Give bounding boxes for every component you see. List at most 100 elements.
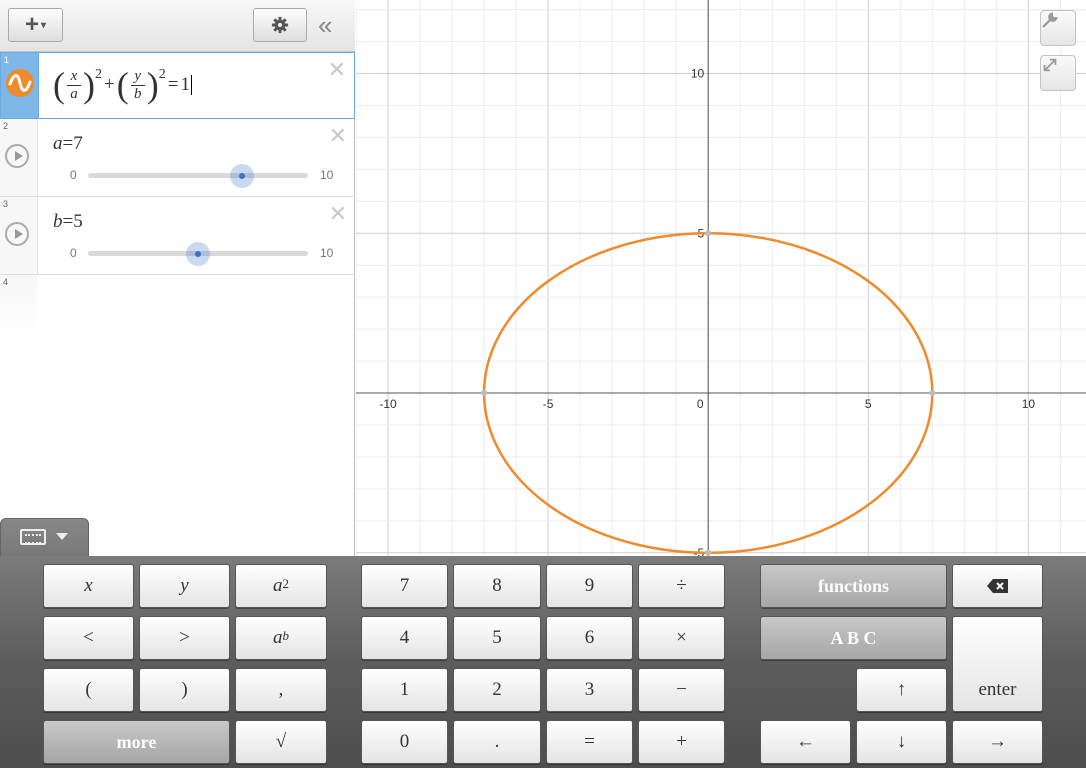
collapse-panel-button[interactable]: «: [318, 12, 332, 38]
key-divide[interactable]: ÷: [638, 564, 725, 608]
graph-paper[interactable]: -10 -5 0 5 10 10 5 -5: [356, 0, 1086, 556]
expression-index: 1: [4, 55, 10, 65]
key-0[interactable]: 0: [361, 720, 448, 764]
slider-min-label[interactable]: 0: [70, 246, 77, 260]
key-comma[interactable]: ,: [235, 668, 327, 712]
arrow-down-button[interactable]: ↓: [856, 720, 947, 764]
delete-expression-icon[interactable]: ✕: [329, 203, 347, 225]
abc-keyboard-button[interactable]: A B C: [760, 616, 947, 660]
key-4[interactable]: 4: [361, 616, 448, 660]
key-label: ): [181, 679, 188, 700]
key-sqrt[interactable]: √: [235, 720, 327, 764]
backspace-button[interactable]: [952, 564, 1043, 608]
expression-math-input[interactable]: ( x a ) 2 + ( y b ) 2 = 1: [53, 67, 192, 103]
expression-row-1[interactable]: 1 ( x a ) 2 + ( y b ) 2 = 1 ✕: [0, 52, 355, 119]
key-label: 5: [492, 627, 502, 648]
functions-button[interactable]: functions: [760, 564, 947, 608]
key-minus[interactable]: −: [638, 668, 725, 712]
key-3[interactable]: 3: [546, 668, 633, 712]
y-tick-label: -5: [694, 546, 705, 556]
fullscreen-button[interactable]: [1040, 55, 1076, 91]
key-label: −: [676, 679, 687, 700]
key-a-power-b[interactable]: ab: [235, 616, 327, 660]
key-5[interactable]: 5: [453, 616, 541, 660]
expression-index: 3: [3, 199, 9, 209]
key-2[interactable]: 2: [453, 668, 541, 712]
key-label: a: [273, 627, 283, 648]
arrow-left-button[interactable]: ←: [760, 720, 851, 764]
play-icon[interactable]: [5, 222, 29, 246]
numerator: x: [70, 67, 78, 84]
enter-button[interactable]: enter: [952, 616, 1043, 712]
equals-sign: =: [62, 133, 74, 154]
slider-handle[interactable]: [186, 242, 210, 266]
key-1[interactable]: 1: [361, 668, 448, 712]
key-right-paren[interactable]: ): [139, 668, 230, 712]
settings-button[interactable]: [253, 8, 307, 42]
intercept-point: [481, 390, 488, 397]
key-9[interactable]: 9: [546, 564, 633, 608]
key-label: +: [676, 731, 687, 752]
key-multiply[interactable]: ×: [638, 616, 725, 660]
slider-max-label[interactable]: 10: [320, 168, 333, 182]
delete-expression-icon[interactable]: ✕: [329, 125, 347, 147]
delete-expression-icon[interactable]: ✕: [328, 59, 346, 81]
expand-icon: [1043, 58, 1057, 72]
intercept-point: [705, 549, 712, 556]
arrow-right-button[interactable]: →: [952, 720, 1043, 764]
key-label: 0: [399, 731, 410, 752]
slider-expression[interactable]: b=5: [53, 211, 83, 233]
arrow-right-icon: →: [988, 731, 1007, 752]
key-6[interactable]: 6: [546, 616, 633, 660]
slider-track[interactable]: [88, 173, 308, 178]
variable-value: 7: [73, 133, 83, 154]
x-tick-label: -5: [543, 397, 554, 411]
keyboard-toggle-button[interactable]: [0, 518, 89, 558]
rhs-value: 1: [180, 74, 190, 95]
key-label: ÷: [676, 575, 687, 596]
slider-handle[interactable]: [230, 164, 254, 188]
graph-settings-button[interactable]: [1040, 10, 1076, 46]
key-x[interactable]: x: [43, 564, 134, 608]
play-icon[interactable]: [5, 144, 29, 168]
key-a-squared[interactable]: a2: [235, 564, 327, 608]
fraction-y-over-b: y b: [130, 68, 145, 102]
key-y[interactable]: y: [139, 564, 230, 608]
expression-gutter: 1: [1, 53, 39, 118]
expression-row-4[interactable]: 4: [0, 275, 355, 335]
slider-min-label[interactable]: 0: [70, 168, 77, 182]
key-less-than[interactable]: <: [43, 616, 134, 660]
key-label: 2: [492, 679, 502, 700]
exponent: 2: [158, 67, 166, 82]
key-equals[interactable]: =: [546, 720, 633, 764]
key-label: ×: [676, 627, 687, 648]
right-paren: ): [146, 65, 159, 105]
key-7[interactable]: 7: [361, 564, 448, 608]
key-8[interactable]: 8: [453, 564, 541, 608]
expression-gutter: 2: [0, 119, 38, 196]
key-decimal[interactable]: .: [453, 720, 541, 764]
x-tick-label: 10: [1022, 397, 1036, 411]
key-label: y: [180, 575, 189, 596]
expression-toolbar: + ▾ «: [0, 0, 355, 52]
key-label: x: [84, 575, 93, 596]
key-greater-than[interactable]: >: [139, 616, 230, 660]
arrow-up-button[interactable]: ↑: [856, 668, 947, 712]
add-expression-button[interactable]: + ▾: [8, 8, 63, 42]
slider-expression[interactable]: a=7: [53, 133, 83, 155]
key-more[interactable]: more: [43, 720, 230, 764]
graph-canvas[interactable]: -10 -5 0 5 10105-5: [356, 0, 1086, 556]
expression-row-3[interactable]: 3 b=5 0 10 ✕: [0, 197, 355, 275]
expression-row-2[interactable]: 2 a=7 0 10 ✕: [0, 119, 355, 197]
graph-color-icon[interactable]: [6, 69, 34, 97]
x-tick-label: 0: [697, 397, 704, 411]
slider-max-label[interactable]: 10: [320, 246, 333, 260]
right-paren: ): [83, 65, 95, 105]
denominator: a: [70, 85, 78, 102]
key-plus[interactable]: +: [638, 720, 725, 764]
key-left-paren[interactable]: (: [43, 668, 134, 712]
gear-icon: [271, 16, 289, 34]
left-paren: (: [53, 65, 65, 105]
key-label: more: [116, 731, 157, 752]
plus-sign: +: [104, 74, 115, 95]
